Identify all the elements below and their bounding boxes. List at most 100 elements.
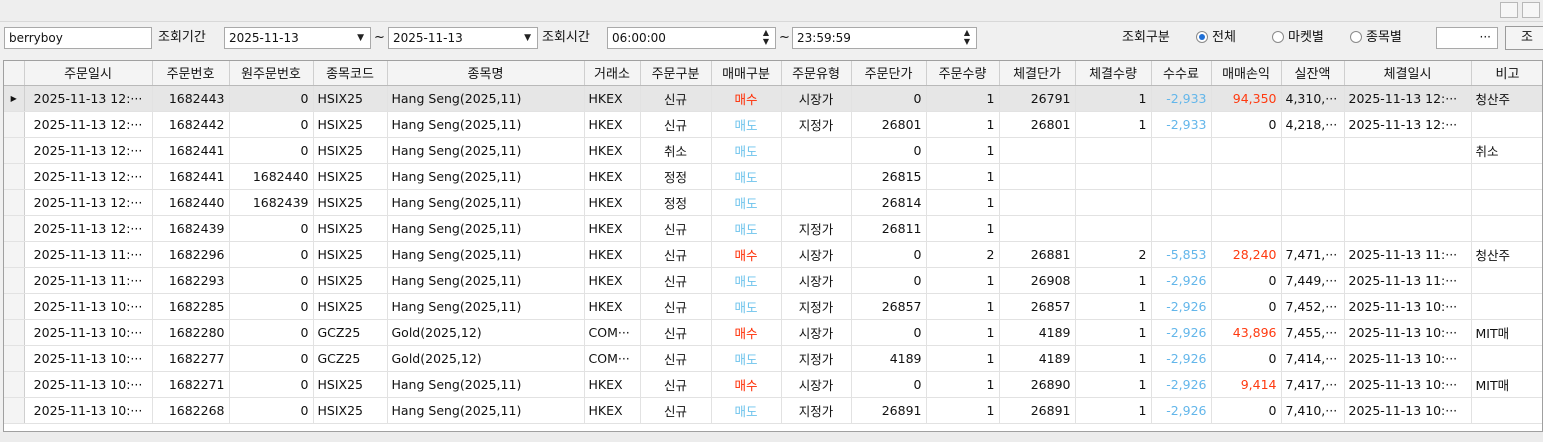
side-cell[interactable]: 매도 [711, 215, 782, 242]
chevron-down-icon[interactable]: ▼ [357, 28, 364, 48]
order-price-cell[interactable]: 26857 [851, 293, 927, 320]
pnl-cell[interactable] [1211, 163, 1282, 190]
fee-cell[interactable]: -5,853 [1151, 241, 1212, 268]
fill-qty-cell[interactable] [1075, 189, 1152, 216]
side-cell[interactable]: 매도 [711, 345, 782, 372]
symbol-code-cell[interactable]: HSIX25 [313, 111, 388, 138]
side-cell[interactable]: 매도 [711, 397, 782, 424]
exchange-cell[interactable]: COM··· [584, 319, 641, 346]
mode-radio-all[interactable]: 전체 [1196, 28, 1236, 48]
column-header[interactable]: 체결일시 [1344, 61, 1472, 86]
order-price-cell[interactable]: 26801 [851, 111, 927, 138]
table-row[interactable]: 2025-11-13 12:··· 1682441 0 HSIX25 Hang Seng… [4, 137, 1542, 164]
balance-cell[interactable] [1281, 163, 1345, 190]
order-no-cell[interactable]: 1682439 [152, 215, 230, 242]
order-no-cell[interactable]: 1682443 [152, 85, 230, 112]
order-kind-cell[interactable]: 신규 [640, 85, 712, 112]
browse-button[interactable]: ··· [1480, 28, 1491, 46]
order-type-cell[interactable] [781, 189, 852, 216]
balance-cell[interactable] [1281, 189, 1345, 216]
column-header[interactable]: 비고 [1471, 61, 1542, 86]
table-row[interactable]: 2025-11-13 10:··· 1682285 0 HSIX25 Hang Seng… [4, 293, 1542, 320]
order-price-cell[interactable]: 0 [851, 137, 927, 164]
symbol-name-cell[interactable]: Hang Seng(2025,11) [387, 189, 585, 216]
table-row[interactable]: 2025-11-13 10:··· 1682271 0 HSIX25 Hang Seng… [4, 371, 1542, 398]
orig-order-no-cell[interactable]: 0 [229, 319, 314, 346]
fee-cell[interactable]: -2,926 [1151, 397, 1212, 424]
note-cell[interactable] [1471, 189, 1542, 216]
column-header[interactable]: 실잔액 [1281, 61, 1345, 86]
exchange-cell[interactable]: HKEX [584, 215, 641, 242]
row-indicator[interactable] [4, 293, 25, 320]
order-type-cell[interactable]: 시장가 [781, 85, 852, 112]
fill-qty-cell[interactable] [1075, 137, 1152, 164]
fill-time-cell[interactable]: 2025-11-13 10:··· [1344, 293, 1472, 320]
order-type-cell[interactable]: 지정가 [781, 293, 852, 320]
fill-qty-cell[interactable]: 2 [1075, 241, 1152, 268]
order-type-cell[interactable]: 지정가 [781, 111, 852, 138]
note-cell[interactable] [1471, 111, 1542, 138]
symbol-code-cell[interactable]: HSIX25 [313, 241, 388, 268]
symbol-code-cell[interactable]: HSIX25 [313, 163, 388, 190]
order-no-cell[interactable]: 1682285 [152, 293, 230, 320]
spinner-arrows-icon[interactable]: ▲ ▼ [761, 28, 771, 48]
row-indicator[interactable] [4, 371, 25, 398]
symbol-code-cell[interactable]: HSIX25 [313, 293, 388, 320]
fill-price-cell[interactable]: 26881 [999, 241, 1076, 268]
fill-time-cell[interactable]: 2025-11-13 10:··· [1344, 319, 1472, 346]
symbol-code-cell[interactable]: HSIX25 [313, 189, 388, 216]
pnl-cell[interactable]: 0 [1211, 267, 1282, 294]
column-header[interactable]: 원주문번호 [229, 61, 314, 86]
fill-time-cell[interactable]: 2025-11-13 12:··· [1344, 85, 1472, 112]
fee-cell[interactable] [1151, 215, 1212, 242]
order-no-cell[interactable]: 1682271 [152, 371, 230, 398]
column-header[interactable]: 수수료 [1151, 61, 1212, 86]
fill-qty-cell[interactable]: 1 [1075, 371, 1152, 398]
balance-cell[interactable]: 4,310,··· [1281, 85, 1345, 112]
symbol-code-cell[interactable]: GCZ25 [313, 345, 388, 372]
order-time-cell[interactable]: 2025-11-13 12:··· [24, 215, 153, 242]
note-cell[interactable] [1471, 345, 1542, 372]
column-header[interactable]: 주문수량 [926, 61, 1000, 86]
fee-cell[interactable]: -2,933 [1151, 85, 1212, 112]
symbol-name-cell[interactable]: Hang Seng(2025,11) [387, 267, 585, 294]
order-kind-cell[interactable]: 신규 [640, 371, 712, 398]
fill-qty-cell[interactable] [1075, 163, 1152, 190]
order-type-cell[interactable]: 시장가 [781, 241, 852, 268]
row-indicator[interactable] [4, 215, 25, 242]
order-kind-cell[interactable]: 정정 [640, 189, 712, 216]
fill-price-cell[interactable] [999, 137, 1076, 164]
order-price-cell[interactable]: 26811 [851, 215, 927, 242]
row-indicator[interactable] [4, 267, 25, 294]
order-type-cell[interactable]: 시장가 [781, 319, 852, 346]
order-qty-cell[interactable]: 2 [926, 241, 1000, 268]
balance-cell[interactable] [1281, 215, 1345, 242]
order-type-cell[interactable]: 지정가 [781, 345, 852, 372]
fill-price-cell[interactable] [999, 189, 1076, 216]
order-kind-cell[interactable]: 신규 [640, 397, 712, 424]
order-time-cell[interactable]: 2025-11-13 12:··· [24, 137, 153, 164]
date-to-picker[interactable]: 2025-11-13 ▼ [388, 27, 538, 49]
table-row[interactable]: 2025-11-13 12:··· 1682442 0 HSIX25 Hang Seng… [4, 111, 1542, 138]
symbol-code-cell[interactable]: HSIX25 [313, 267, 388, 294]
fee-cell[interactable] [1151, 163, 1212, 190]
date-from-picker[interactable]: 2025-11-13 ▼ [224, 27, 371, 49]
order-time-cell[interactable]: 2025-11-13 10:··· [24, 397, 153, 424]
orig-order-no-cell[interactable]: 1682439 [229, 189, 314, 216]
order-price-cell[interactable]: 26814 [851, 189, 927, 216]
column-header[interactable]: 주문구분 [640, 61, 712, 86]
note-cell[interactable]: 청산주 [1471, 85, 1542, 112]
pnl-cell[interactable]: 0 [1211, 345, 1282, 372]
orig-order-no-cell[interactable]: 0 [229, 241, 314, 268]
symbol-code-cell[interactable]: HSIX25 [313, 371, 388, 398]
balance-cell[interactable]: 4,218,··· [1281, 111, 1345, 138]
table-row[interactable]: 2025-11-13 12:··· 1682440 1682439 HSIX25 Han… [4, 189, 1542, 216]
fill-time-cell[interactable] [1344, 189, 1472, 216]
side-cell[interactable]: 매도 [711, 137, 782, 164]
exchange-cell[interactable]: COM··· [584, 345, 641, 372]
exchange-cell[interactable]: HKEX [584, 137, 641, 164]
symbol-name-cell[interactable]: Gold(2025,12) [387, 319, 585, 346]
order-price-cell[interactable]: 4189 [851, 345, 927, 372]
table-row[interactable]: 2025-11-13 11:··· 1682293 0 HSIX25 Hang Seng… [4, 267, 1542, 294]
note-cell[interactable]: 청산주 [1471, 241, 1542, 268]
